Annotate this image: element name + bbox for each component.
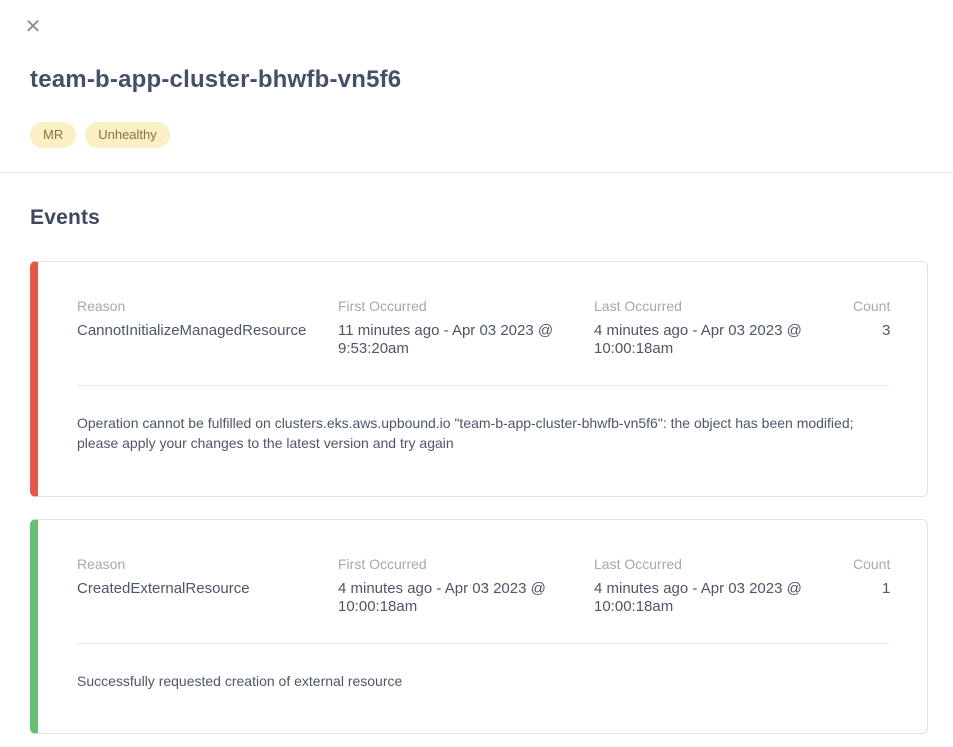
event-message: Successfully requested creation of exter… (77, 671, 889, 692)
events-section: Events Reason First Occurred Last Occurr… (0, 206, 953, 747)
first-occurred-column-header: First Occurred (338, 298, 594, 314)
kind-badge: MR (30, 122, 76, 148)
event-summary-table: Reason First Occurred Last Occurred Coun… (77, 298, 889, 359)
reason-column-header: Reason (77, 556, 338, 572)
event-summary-table: Reason First Occurred Last Occurred Coun… (77, 556, 889, 617)
event-reason: CreatedExternalResource (77, 580, 338, 598)
event-first-occurred: 11 minutes ago - Apr 03 2023 @ 9:53:20am (338, 322, 594, 359)
event-card-error: Reason First Occurred Last Occurred Coun… (30, 261, 928, 497)
event-last-occurred: 4 minutes ago - Apr 03 2023 @ 10:00:18am (594, 322, 853, 359)
event-first-occurred: 4 minutes ago - Apr 03 2023 @ 10:00:18am (338, 580, 594, 617)
event-message: Operation cannot be fulfilled on cluster… (77, 413, 889, 454)
health-status-badge: Unhealthy (85, 122, 170, 148)
events-heading: Events (30, 206, 953, 230)
count-column-header: Count (853, 298, 890, 314)
close-icon[interactable]: ✕ (22, 16, 44, 38)
count-column-header: Count (853, 556, 890, 572)
event-card-content: Reason First Occurred Last Occurred Coun… (38, 262, 927, 496)
resource-detail-panel: ✕ team-b-app-cluster-bhwfb-vn5f6 MR Unhe… (0, 0, 953, 747)
badge-row: MR Unhealthy (30, 122, 170, 148)
event-card-content: Reason First Occurred Last Occurred Coun… (38, 520, 927, 733)
card-divider (77, 643, 889, 644)
last-occurred-column-header: Last Occurred (594, 556, 853, 572)
event-reason: CannotInitializeManagedResource (77, 322, 338, 340)
first-occurred-column-header: First Occurred (338, 556, 594, 572)
card-divider (77, 385, 889, 386)
last-occurred-column-header: Last Occurred (594, 298, 853, 314)
reason-column-header: Reason (77, 298, 338, 314)
event-card-success: Reason First Occurred Last Occurred Coun… (30, 519, 928, 734)
event-last-occurred: 4 minutes ago - Apr 03 2023 @ 10:00:18am (594, 580, 853, 617)
page-title: team-b-app-cluster-bhwfb-vn5f6 (30, 66, 401, 94)
header-divider (0, 172, 953, 173)
event-count: 3 (853, 322, 890, 340)
event-count: 1 (853, 580, 890, 598)
